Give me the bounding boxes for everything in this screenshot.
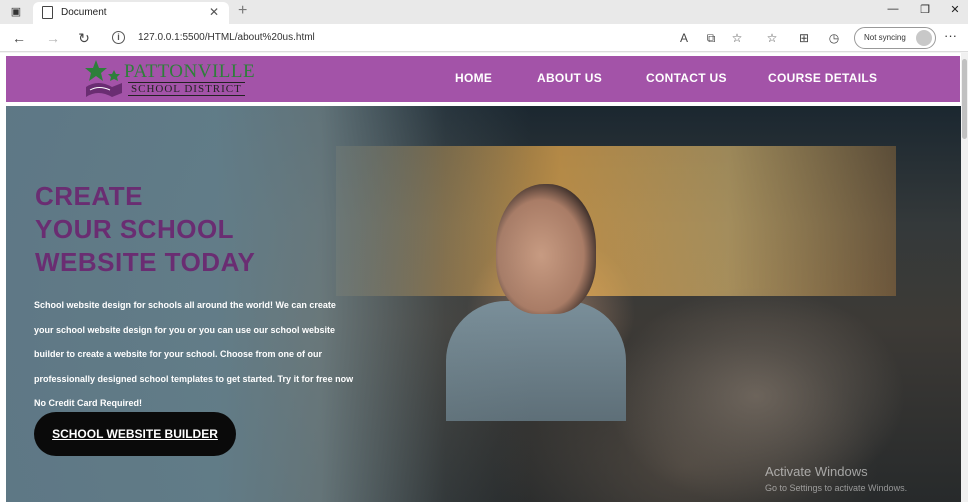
profile-status: Not syncing — [864, 33, 906, 42]
back-icon[interactable]: ← — [10, 29, 28, 47]
tab-title: Document — [61, 7, 107, 18]
nav-home[interactable]: HOME — [455, 71, 492, 85]
site-navbar: PATTONVILLE SCHOOL DISTRICT HOME ABOUT U… — [6, 56, 960, 102]
page-scrollbar[interactable] — [961, 53, 968, 502]
page-viewport: PATTONVILLE SCHOOL DISTRICT HOME ABOUT U… — [0, 53, 968, 502]
hero-title-line: YOUR SCHOOL — [35, 214, 235, 244]
minimize-button[interactable]: — — [886, 3, 900, 15]
hero-banner: CREATE YOUR SCHOOL WEBSITE TODAY School … — [6, 106, 961, 502]
browser-tab[interactable]: Document ✕ — [33, 2, 229, 24]
profile-button[interactable]: Not syncing — [854, 27, 936, 49]
activate-windows-title: Activate Windows — [765, 464, 868, 479]
hero-description-line: professionally designed school templates… — [34, 373, 354, 384]
site-logo[interactable]: PATTONVILLE SCHOOL DISTRICT — [80, 57, 270, 99]
school-website-builder-button[interactable]: SCHOOL WEBSITE BUILDER — [34, 412, 236, 456]
favorites-icon[interactable]: ☆ — [764, 30, 780, 46]
nav-about-us[interactable]: ABOUT US — [537, 71, 602, 85]
forward-icon[interactable]: → — [44, 29, 62, 47]
hero-description-line: School website design for schools all ar… — [34, 300, 336, 310]
document-icon — [42, 6, 53, 19]
tab-actions-icon[interactable]: ▣ — [8, 4, 24, 20]
hero-description-line: your school website design for you or yo… — [34, 324, 336, 335]
hero-title: CREATE YOUR SCHOOL WEBSITE TODAY — [35, 180, 335, 279]
activate-windows-subtitle: Go to Settings to activate Windows. — [765, 483, 908, 493]
browser-tab-bar: ▣ Document ✕ + — ❐ ✕ — [0, 0, 968, 24]
info-icon[interactable]: i — [112, 31, 125, 44]
restore-button[interactable]: ❐ — [918, 3, 932, 16]
logo-title: PATTONVILLE — [124, 61, 256, 82]
logo-emblem-icon — [85, 60, 122, 97]
refresh-icon[interactable]: ↻ — [75, 29, 93, 47]
address-bar[interactable]: i 127.0.0.1:5500/HTML/about%20us.html — [106, 27, 666, 49]
logo-subtitle: SCHOOL DISTRICT — [128, 82, 245, 96]
hero-description-line: builder to create a website for your sch… — [34, 349, 323, 359]
more-icon[interactable]: ··· — [944, 28, 957, 43]
add-favorite-icon[interactable]: ☆ — [729, 30, 745, 46]
nav-course-details[interactable]: COURSE DETAILS — [768, 71, 877, 85]
hero-title-line: WEBSITE TODAY — [35, 247, 256, 277]
new-tab-button[interactable]: + — [238, 2, 247, 20]
nav-contact-us[interactable]: CONTACT US — [646, 71, 727, 85]
tab-close-icon[interactable]: ✕ — [209, 5, 219, 19]
hero-title-line: CREATE — [35, 181, 143, 211]
collections-icon[interactable]: ⊞ — [796, 30, 812, 46]
history-icon[interactable]: ◷ — [826, 30, 842, 46]
close-window-button[interactable]: ✕ — [948, 3, 962, 16]
app-available-icon[interactable]: ⧉ — [703, 30, 719, 46]
hero-description: School website design for schools all ar… — [34, 293, 414, 416]
read-aloud-icon[interactable]: A — [676, 30, 692, 46]
scrollbar-thumb[interactable] — [962, 59, 967, 139]
browser-toolbar: ← → ↻ i 127.0.0.1:5500/HTML/about%20us.h… — [0, 24, 968, 52]
url-text[interactable]: 127.0.0.1:5500/HTML/about%20us.html — [138, 32, 315, 43]
avatar — [916, 30, 932, 46]
